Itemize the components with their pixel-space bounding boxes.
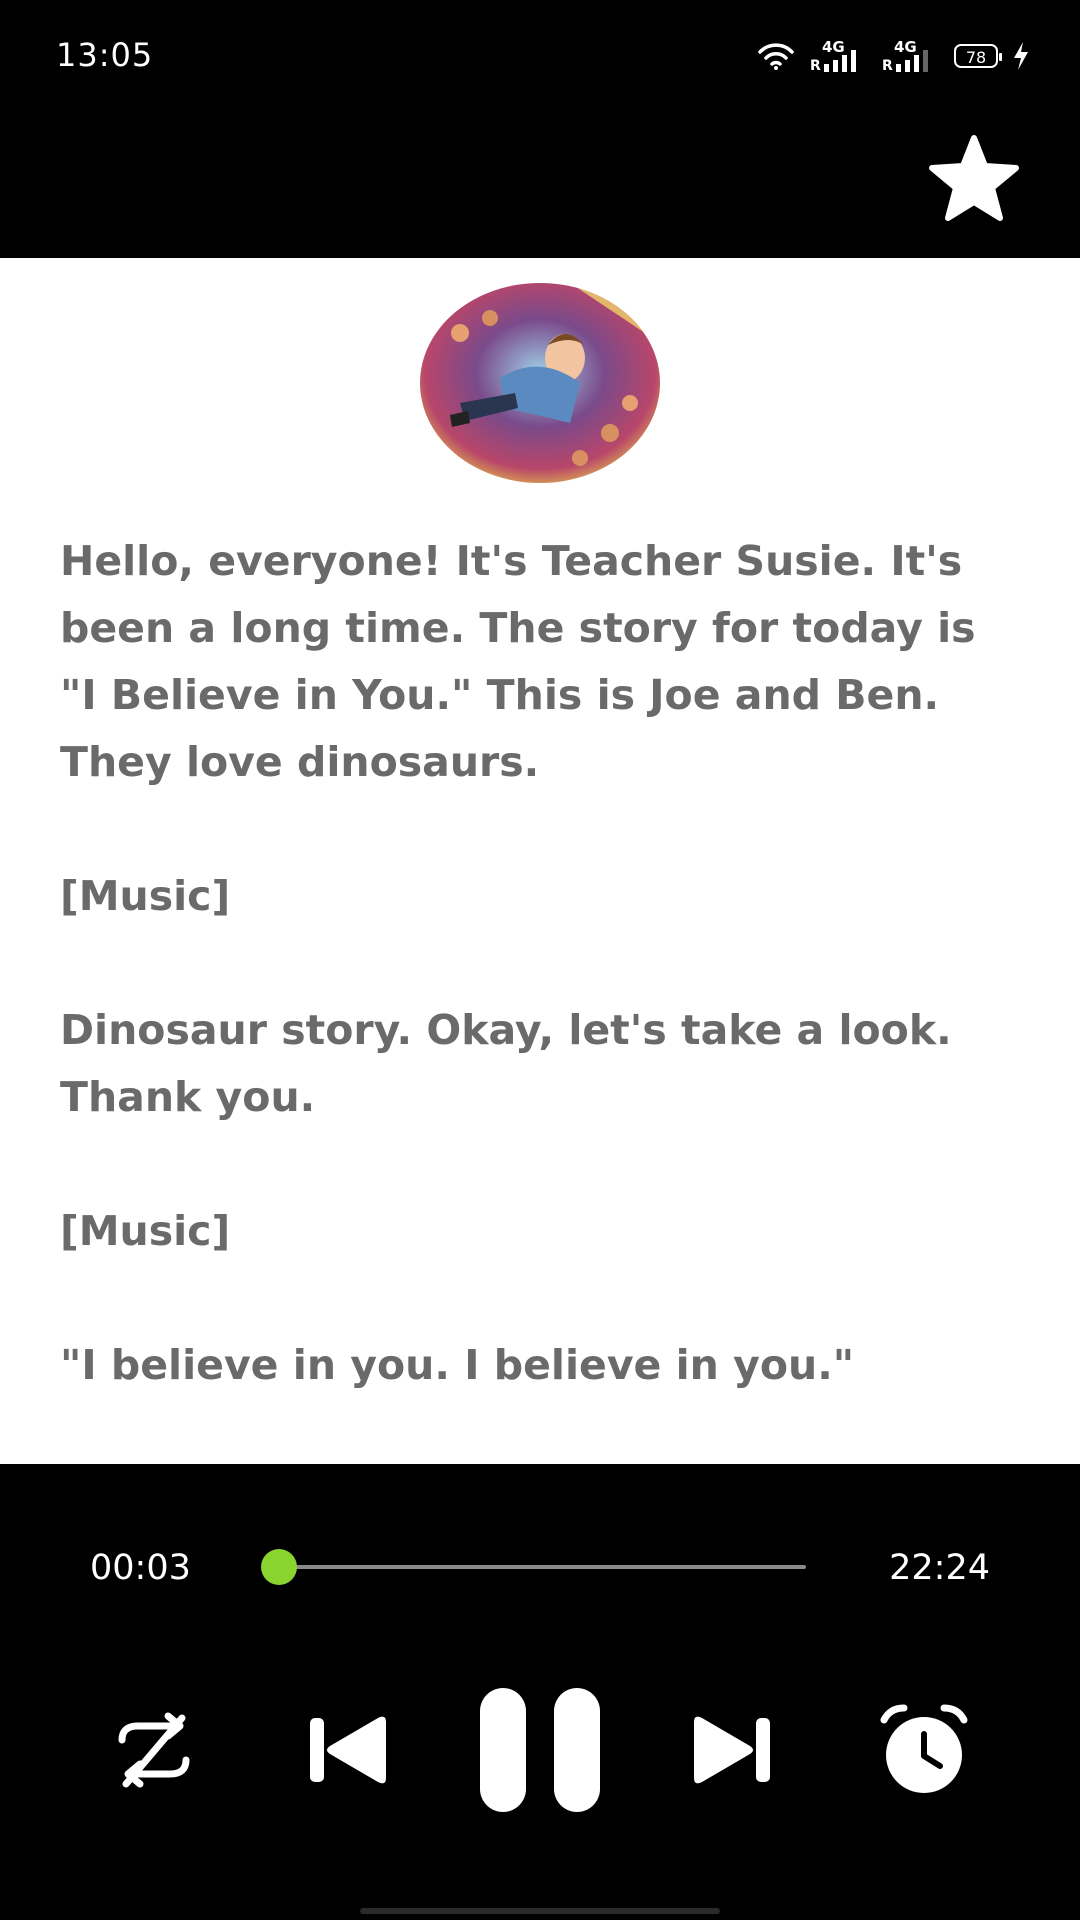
audio-player: 00:03 22:24 <box>0 1464 1080 1920</box>
alarm-clock-icon <box>880 1704 968 1793</box>
transcript-paragraph: Dinosaur story. Okay, let's take a look.… <box>60 1006 952 1121</box>
pause-button[interactable] <box>470 1682 610 1818</box>
story-cover-image <box>420 283 660 483</box>
elapsed-time: 00:03 <box>90 1548 191 1588</box>
next-button[interactable] <box>682 1700 782 1800</box>
progress-slider[interactable] <box>261 1549 806 1585</box>
home-indicator <box>360 1908 720 1914</box>
battery-icon: 78 <box>954 44 1002 68</box>
progress-thumb[interactable] <box>261 1549 298 1585</box>
shuffle-button[interactable] <box>104 1700 204 1800</box>
transcript-paragraph: [Music] <box>60 872 231 920</box>
pause-icon <box>480 1688 600 1812</box>
transcript-text: Hello, everyone! It's Teacher Susie. It'… <box>60 528 1020 1464</box>
previous-icon <box>310 1716 386 1784</box>
charging-bolt-icon <box>1014 42 1028 70</box>
transcript-paragraph: Hello, everyone! It's Teacher Susie. It'… <box>60 537 976 786</box>
cell-signal-2-icon: 4G R <box>882 38 940 74</box>
roaming-indicator-2: R <box>882 58 893 74</box>
transcript-paragraph: [Music] <box>60 1207 231 1255</box>
wifi-icon <box>758 43 794 70</box>
favorite-star-button[interactable] <box>924 130 1024 230</box>
status-bar: 13:05 4G R 4G R 78 <box>0 0 1080 110</box>
app-header <box>0 110 1080 258</box>
star-icon <box>929 135 1019 221</box>
next-icon <box>694 1716 770 1784</box>
roaming-indicator-1: R <box>810 58 821 74</box>
transcript-paragraph: "I believe in you. I believe in you." <box>60 1341 855 1389</box>
previous-button[interactable] <box>298 1700 398 1800</box>
status-time: 13:05 <box>56 36 154 74</box>
shuffle-off-icon <box>118 1712 190 1788</box>
total-duration: 22:24 <box>889 1548 990 1588</box>
transcript-panel: Hello, everyone! It's Teacher Susie. It'… <box>0 258 1080 1464</box>
status-icons: 4G R 4G R 78 <box>756 36 1030 76</box>
cell-signal-1-icon: 4G R <box>810 38 868 74</box>
cover-illustration <box>420 283 660 483</box>
sleep-timer-button[interactable] <box>874 1700 974 1800</box>
